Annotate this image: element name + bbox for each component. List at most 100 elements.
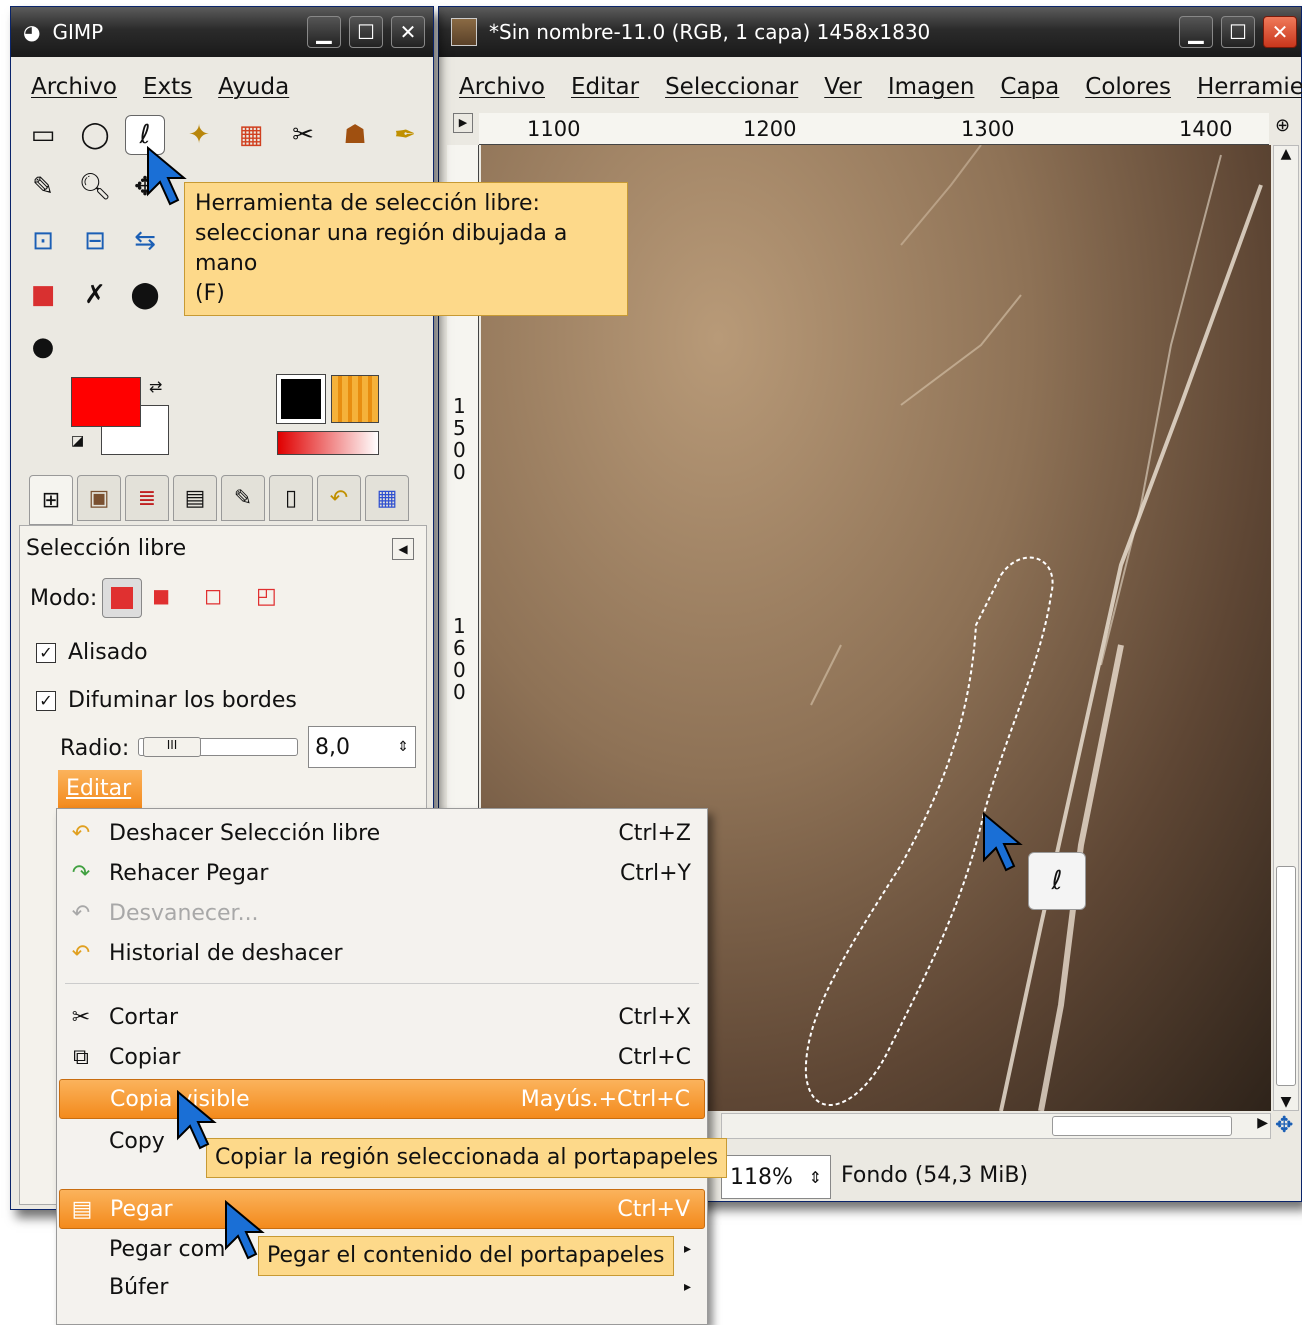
undo-history-icon: ↶ — [71, 940, 91, 966]
zoom-icon[interactable]: 🔍︎ — [75, 167, 115, 207]
tab-channels[interactable]: ▤ — [173, 475, 217, 521]
tab-tool-options[interactable]: ⊞ — [29, 475, 73, 525]
dock-tabs: ⊞ ▣ ≣ ▤ ✎ ▯ ↶ ▦ — [29, 475, 409, 525]
image-window-titlebar[interactable]: *Sin nombre-11.0 (RGB, 1 capa) 1458x1830… — [439, 7, 1301, 57]
mode-replace-icon[interactable] — [102, 578, 142, 618]
scale-icon[interactable]: ⊡ — [23, 221, 63, 261]
menu-item-shortcut: Ctrl+Z — [618, 820, 691, 846]
hscroll-thumb[interactable] — [1052, 1116, 1232, 1136]
scroll-up-icon[interactable]: ▲ — [1274, 146, 1298, 170]
tab-layers[interactable]: ≣ — [125, 475, 169, 521]
zoom-combo[interactable]: 118% ⇕ — [721, 1155, 831, 1199]
feather-option[interactable]: ✓ Difuminar los bordes — [36, 688, 297, 713]
tab-image[interactable]: ▣ — [77, 475, 121, 521]
menu-imagen[interactable]: Imagen — [888, 74, 975, 100]
tooltip-line: seleccionar una región dibujada a mano — [195, 221, 568, 276]
color-picker-icon[interactable]: ✎ — [23, 167, 63, 207]
menu-archivo[interactable]: Archivo — [31, 74, 117, 100]
swap-colors-icon[interactable]: ⇄ — [149, 377, 162, 396]
close-button[interactable]: ✕ — [391, 16, 425, 48]
dodge-icon[interactable]: ● — [23, 327, 63, 367]
menu-editar[interactable]: Editar — [571, 74, 639, 100]
foreground-color-top[interactable] — [71, 377, 141, 427]
menu-item-redo[interactable]: ↷ Rehacer Pegar Ctrl+Y — [59, 853, 705, 893]
ruler-label: 1600 — [453, 614, 466, 704]
ruler-label: 1500 — [453, 394, 466, 484]
menu-item-undo[interactable]: ↶ Deshacer Selección libre Ctrl+Z — [59, 813, 705, 853]
edit-menu-header[interactable]: Editar — [58, 770, 142, 808]
menu-archivo[interactable]: Archivo — [459, 74, 545, 100]
brush-preview[interactable] — [276, 374, 326, 424]
mode-add-icon[interactable]: ◼ — [152, 584, 170, 609]
feather-checkbox[interactable]: ✓ — [36, 690, 56, 711]
maximize-button[interactable]: ☐ — [349, 16, 383, 48]
minimize-button[interactable]: ▁ — [1179, 16, 1213, 48]
menu-ayuda[interactable]: Ayuda — [218, 74, 289, 100]
menu-item-copy-visible[interactable]: Copia visible Mayús.+Ctrl+C — [59, 1079, 705, 1119]
menu-item-label: Copia visible — [110, 1086, 250, 1112]
menu-item-paste[interactable]: ▤ Pegar Ctrl+V — [59, 1189, 705, 1229]
pencil-icon[interactable]: ■ — [23, 275, 63, 315]
menu-item-fade: ↶ Desvanecer... — [59, 893, 705, 933]
antialias-option[interactable]: ✓ Alisado — [36, 640, 148, 665]
mouse-cursor-icon — [177, 1090, 217, 1150]
scroll-down-icon[interactable]: ▼ — [1274, 1094, 1298, 1110]
rect-select-icon[interactable]: ▭ — [23, 115, 63, 155]
tab-palette[interactable]: ▦ — [365, 475, 409, 521]
tooltip-line: (F) — [195, 281, 225, 306]
radius-spinbox[interactable]: 8,0 ⇕ — [308, 726, 416, 768]
menu-item-copy[interactable]: ⧉ Copiar Ctrl+C — [59, 1037, 705, 1077]
menu-ver[interactable]: Ver — [824, 74, 862, 100]
ruler-label: 1100 — [527, 117, 581, 141]
zoom-nav-icon[interactable]: ⊕ — [1275, 115, 1299, 139]
ruler-corner-button[interactable]: ▶ — [453, 113, 473, 133]
maximize-button[interactable]: ☐ — [1221, 16, 1255, 48]
menu-item-label: Copiar — [109, 1044, 181, 1070]
menu-capa[interactable]: Capa — [1000, 74, 1059, 100]
menu-colores[interactable]: Colores — [1085, 74, 1171, 100]
color-select-icon[interactable]: ▦ — [231, 115, 271, 155]
panel-title: Selección libre — [26, 536, 187, 561]
close-button[interactable]: ✕ — [1263, 16, 1297, 48]
antialias-checkbox[interactable]: ✓ — [36, 642, 56, 663]
horizontal-ruler: 1100 1200 1300 1400 — [479, 113, 1269, 145]
navigate-icon[interactable]: ✥ — [1275, 1113, 1293, 1138]
pattern-preview[interactable] — [331, 375, 379, 423]
brush-icon[interactable]: ✗ — [75, 275, 115, 315]
foreground-select-icon[interactable]: ☗ — [335, 115, 375, 155]
gradient-preview[interactable] — [277, 431, 379, 455]
radius-slider[interactable]: III — [138, 737, 298, 757]
scissors-icon[interactable]: ✂ — [283, 115, 323, 155]
status-text: Fondo (54,3 MiB) — [841, 1163, 1029, 1188]
horizontal-scrollbar[interactable]: ▶ — [721, 1113, 1271, 1139]
menu-item-undo-history[interactable]: ↶ Historial de deshacer — [59, 933, 705, 973]
menu-herramientas[interactable]: Herramientas — [1197, 74, 1302, 100]
copy-icon: ⧉ — [73, 1044, 89, 1070]
scroll-right-icon[interactable]: ▶ — [1257, 1115, 1268, 1131]
mode-intersect-icon[interactable]: ◰ — [256, 584, 277, 609]
tab-undo[interactable]: ↶ — [317, 475, 361, 521]
flip-icon[interactable]: ⇆ — [125, 221, 165, 261]
image-window-title: *Sin nombre-11.0 (RGB, 1 capa) 1458x1830 — [489, 20, 931, 44]
spinner-arrows-icon[interactable]: ⇕ — [397, 739, 409, 755]
menu-exts[interactable]: Exts — [143, 74, 192, 100]
paths-icon[interactable]: ✒ — [385, 115, 425, 155]
menu-item-cut[interactable]: ✂ Cortar Ctrl+X — [59, 997, 705, 1037]
zoom-spinner-icon[interactable]: ⇕ — [809, 1168, 822, 1187]
tab-document[interactable]: ▯ — [269, 475, 313, 521]
panel-menu-icon[interactable]: ◀ — [392, 538, 414, 560]
radius-slider-thumb[interactable]: III — [143, 737, 201, 757]
shear-icon[interactable]: ⊟ — [75, 221, 115, 261]
ellipse-select-icon[interactable]: ◯ — [75, 115, 115, 155]
menu-seleccionar[interactable]: Seleccionar — [665, 74, 798, 100]
redo-icon: ↷ — [71, 860, 91, 886]
tab-paths[interactable]: ✎ — [221, 475, 265, 521]
minimize-button[interactable]: ▁ — [307, 16, 341, 48]
vertical-scrollbar[interactable]: ▲ ▼ — [1273, 145, 1299, 1111]
tooltip-line: Herramienta de selección libre: — [195, 191, 540, 216]
scroll-thumb[interactable] — [1276, 866, 1296, 1086]
toolbox-titlebar[interactable]: ◕ GIMP ▁ ☐ ✕ — [11, 7, 433, 57]
ink-icon[interactable]: ⬤ — [125, 275, 165, 315]
default-colors-icon[interactable]: ◪ — [71, 433, 84, 449]
mode-subtract-icon[interactable]: ◻ — [204, 584, 222, 609]
